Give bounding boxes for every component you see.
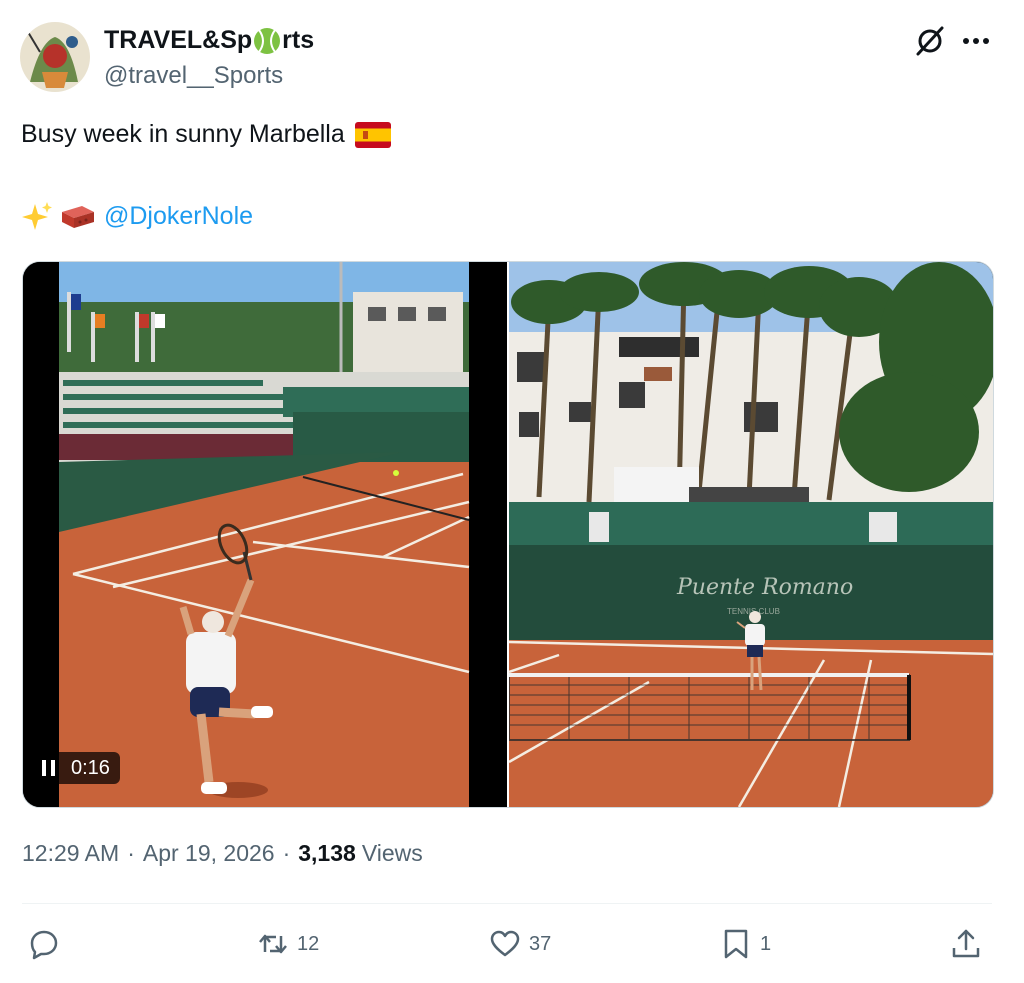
like-button[interactable]: 37 <box>489 922 551 966</box>
divider <box>22 903 992 904</box>
tweet-body: Busy week in sunny Marbella <box>21 120 345 148</box>
meta-separator: · <box>282 840 291 866</box>
video-player[interactable]: 0:16 <box>23 262 507 807</box>
tweet-meta: 12:29 AM · Apr 19, 2026 · 3,138 Views <box>22 840 423 867</box>
avatar[interactable] <box>20 22 90 92</box>
banner-text: Puente Romano <box>676 575 853 600</box>
tweet-time[interactable]: 12:29 AM <box>22 840 119 867</box>
mention-link[interactable]: @DjokerNole <box>104 202 253 231</box>
tweet-line-2: @DjokerNole <box>22 200 253 232</box>
sparkles-icon <box>22 200 54 232</box>
tweet-text: Busy week in sunny Marbella <box>21 120 391 149</box>
retweet-button[interactable]: 12 <box>257 922 319 966</box>
retweet-count: 12 <box>297 932 320 955</box>
more-icon[interactable] <box>960 26 992 56</box>
video-timer-badge[interactable]: 0:16 <box>31 752 120 784</box>
share-icon <box>952 929 980 958</box>
reply-icon <box>30 930 58 960</box>
tweet-date[interactable]: Apr 19, 2026 <box>143 840 275 867</box>
like-icon <box>490 930 520 957</box>
bookmark-button[interactable]: 1 <box>720 922 771 966</box>
video-time: 0:16 <box>71 756 110 779</box>
pause-icon[interactable] <box>41 759 57 777</box>
display-name[interactable]: TRAVEL&Sp rts <box>104 26 314 55</box>
grok-icon[interactable] <box>913 24 947 58</box>
tennis-ball-icon <box>253 27 281 55</box>
like-count: 37 <box>529 932 552 955</box>
media-grid: 0:16 Puente Romano TENNIS CLUB <box>22 261 994 808</box>
views-label: Views <box>361 840 423 866</box>
views-count: 3,138 <box>298 840 356 866</box>
display-name-part-1: TRAVEL&Sp <box>104 26 253 54</box>
spain-flag-icon <box>354 121 391 148</box>
share-button[interactable] <box>950 922 982 966</box>
bookmark-icon <box>724 929 748 959</box>
brick-icon <box>60 202 96 230</box>
photo[interactable]: Puente Romano TENNIS CLUB <box>508 262 993 807</box>
author-handle[interactable]: @travel__Sports <box>104 62 283 90</box>
bookmark-count: 1 <box>760 932 772 955</box>
reply-button[interactable] <box>28 922 68 966</box>
display-name-part-2: rts <box>282 26 315 54</box>
meta-separator: · <box>127 840 135 866</box>
retweet-icon <box>259 934 287 954</box>
